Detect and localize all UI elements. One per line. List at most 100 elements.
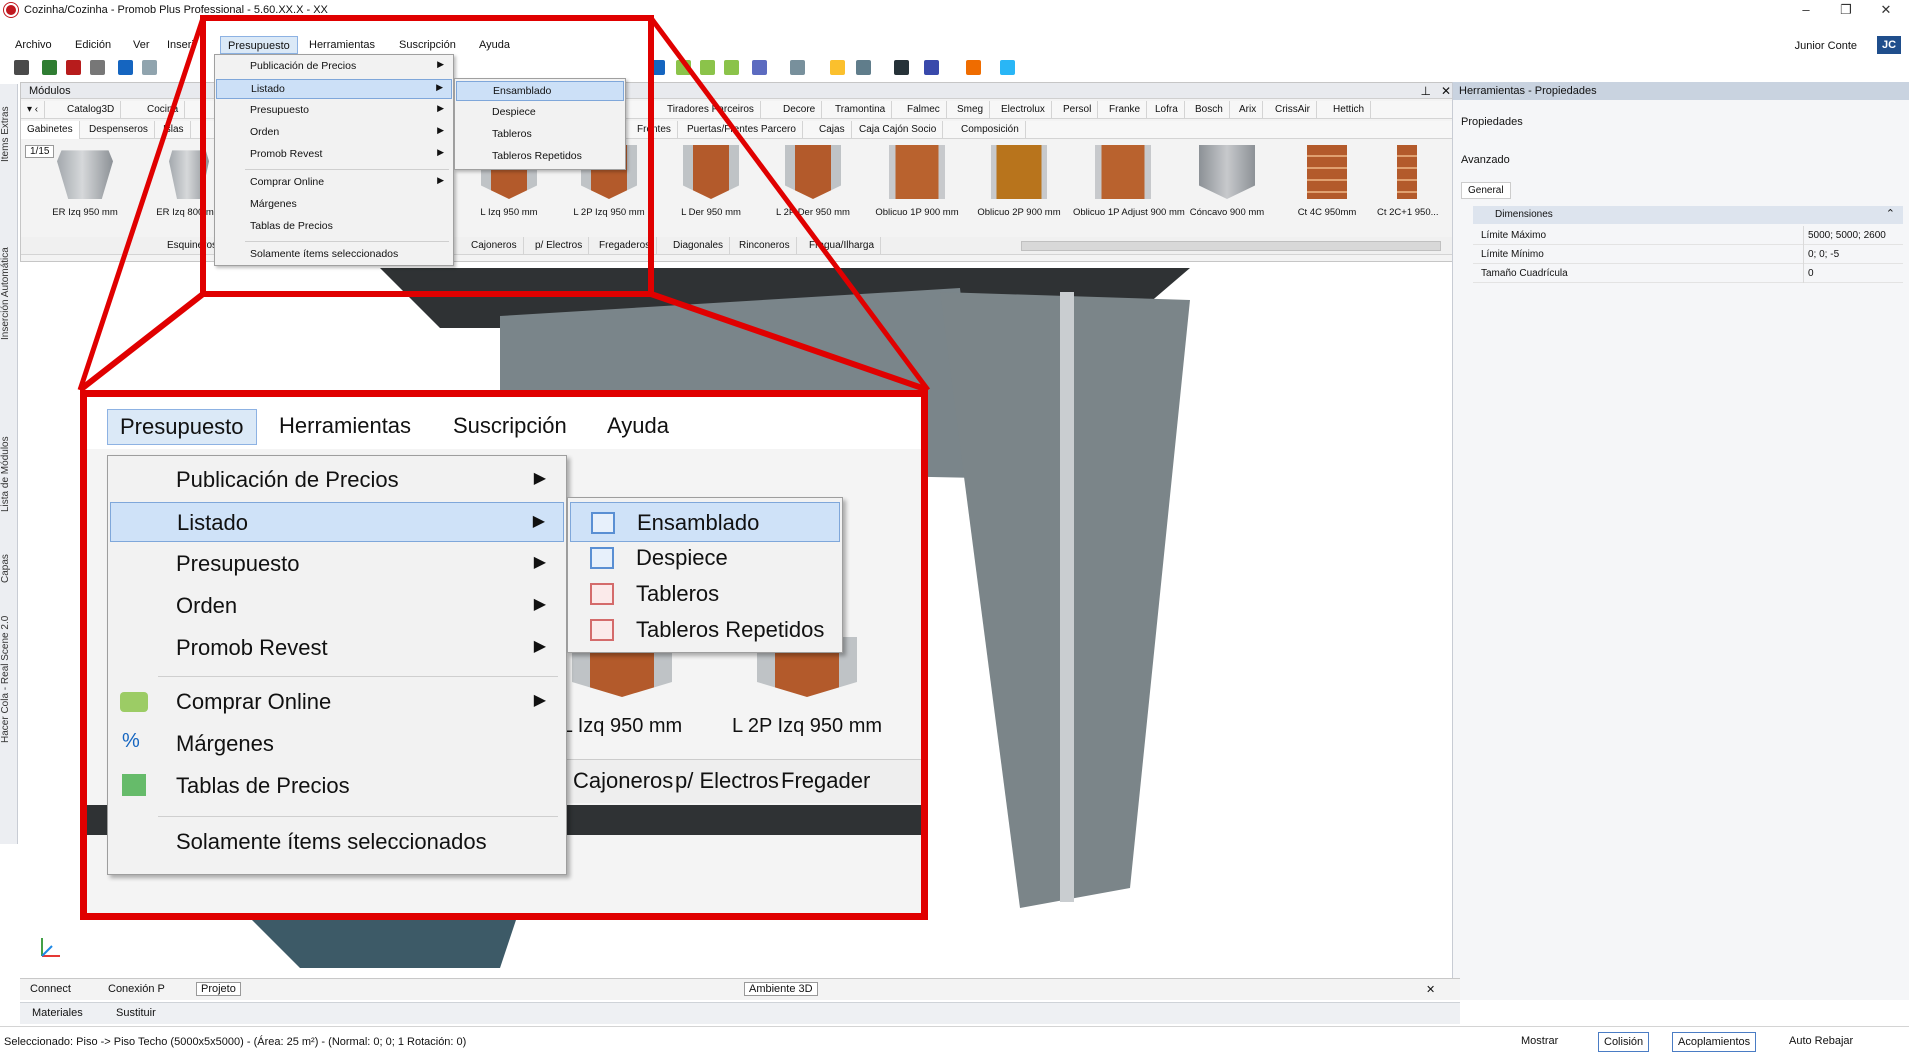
catalog-tab[interactable]: Decore bbox=[777, 101, 823, 119]
dimensiones-section[interactable]: Dimensiones ⌃ bbox=[1473, 206, 1903, 224]
nav-forward-icon[interactable] bbox=[724, 60, 739, 75]
undo-icon[interactable] bbox=[118, 60, 133, 75]
menu-item-solamente-seleccionados[interactable]: Solamente ítems seleccionados bbox=[216, 245, 452, 265]
prop-row[interactable]: Tamaño Cuadrícula 0 bbox=[1473, 264, 1903, 283]
module-tab[interactable]: Rinconeros bbox=[733, 237, 797, 255]
catalog-tab[interactable]: Franke bbox=[1103, 101, 1148, 119]
zoom-icon[interactable] bbox=[650, 60, 665, 75]
render-icon[interactable] bbox=[42, 60, 57, 75]
close-button[interactable]: ✕ bbox=[1875, 2, 1897, 18]
module-thumb[interactable]: Oblicuo 2P 900 mm bbox=[969, 145, 1069, 235]
redo-icon[interactable] bbox=[142, 60, 157, 75]
dock-tab-capas[interactable]: Capas bbox=[0, 544, 18, 594]
properties-tab[interactable]: Propiedades bbox=[1461, 116, 1523, 128]
colision-toggle[interactable]: Colisión bbox=[1598, 1032, 1650, 1052]
module-thumb[interactable]: Ct 4C 950mm bbox=[1277, 145, 1377, 235]
panel-pin-icon[interactable]: ⊥ bbox=[1421, 84, 1431, 98]
catalog-tab[interactable]: Falmec bbox=[901, 101, 947, 119]
menu-item-promob-revest[interactable]: Promob Revest ▶ bbox=[216, 145, 452, 165]
menu-item-margenes[interactable]: Márgenes bbox=[216, 195, 452, 215]
zoom-menu-presupuesto[interactable]: Presupuesto bbox=[107, 409, 257, 445]
category-tab[interactable]: Caja Cajón Socio bbox=[853, 121, 944, 139]
tab-sustituir[interactable]: Sustituir bbox=[116, 1007, 156, 1019]
zoom-sub-despiece[interactable]: Despiece bbox=[570, 538, 840, 578]
catalog-tab[interactable]: Electrolux bbox=[995, 101, 1052, 119]
category-tab[interactable]: Despenseros bbox=[83, 121, 155, 139]
category-tab-gabinetes[interactable]: Gabinetes bbox=[21, 121, 80, 139]
category-tab[interactable]: Frentes bbox=[631, 121, 678, 139]
submenu-item-tableros[interactable]: Tableros bbox=[456, 125, 624, 145]
menu-item-presupuesto[interactable]: Presupuesto ▶ bbox=[216, 101, 452, 121]
close-tab-icon[interactable]: ✕ bbox=[1426, 983, 1435, 996]
prop-row[interactable]: Límite Máximo 5000; 5000; 2600 bbox=[1473, 226, 1903, 245]
minimize-button[interactable]: – bbox=[1795, 2, 1817, 18]
module-thumb[interactable]: ER Izq 950 mm bbox=[35, 145, 135, 235]
catalog-tab[interactable]: Arix bbox=[1233, 101, 1264, 119]
zoom-menu-herramientas[interactable]: Herramientas bbox=[279, 413, 411, 439]
catalog-tab[interactable]: Cocina bbox=[141, 101, 186, 119]
zoom-item-tablas-precios[interactable]: Tablas de Precios bbox=[110, 766, 564, 806]
collapse-icon[interactable]: ⌃ bbox=[1886, 207, 1895, 220]
print-icon[interactable] bbox=[90, 60, 105, 75]
menu-ver[interactable]: Ver bbox=[126, 36, 157, 54]
menu-herramientas[interactable]: Herramientas bbox=[302, 36, 382, 54]
module-thumb[interactable]: Cóncavo 900 mm bbox=[1177, 145, 1277, 235]
submenu-item-tableros-repetidos[interactable]: Tableros Repetidos bbox=[456, 147, 624, 167]
module-scrollbar[interactable] bbox=[1021, 241, 1441, 251]
chat-icon[interactable] bbox=[1000, 60, 1015, 75]
menu-edicion[interactable]: Edición bbox=[68, 36, 118, 54]
submenu-item-ensamblado[interactable]: Ensamblado bbox=[456, 81, 624, 101]
module-thumb[interactable]: Oblicuo 1P Adjust 900 mm bbox=[1073, 145, 1185, 235]
module-tab[interactable]: p/ Electros bbox=[529, 237, 590, 255]
zoom-item-presupuesto[interactable]: Presupuesto ▶ bbox=[110, 544, 564, 584]
menu-item-listado[interactable]: Listado ▶ bbox=[216, 79, 452, 99]
category-tab[interactable]: Cajas bbox=[813, 121, 852, 139]
dock-tab-lista-modulos[interactable]: Lista de Módulos bbox=[0, 414, 18, 534]
tab-ambiente-3d[interactable]: Ambiente 3D bbox=[744, 982, 818, 996]
dock-tab-items-extras[interactable]: Items Extras bbox=[0, 94, 18, 174]
module-thumb[interactable]: L Der 950 mm bbox=[661, 145, 761, 235]
menu-ayuda[interactable]: Ayuda bbox=[472, 36, 517, 54]
nav-left-icon[interactable] bbox=[676, 60, 691, 75]
dock-tab-hacer-cola[interactable]: Hacer Cola - Real Scene 2.0 bbox=[0, 604, 18, 754]
menu-item-publicacion[interactable]: Publicación de Precios ▶ bbox=[216, 57, 452, 77]
general-tab[interactable]: General bbox=[1461, 182, 1511, 199]
catalog-tab[interactable]: Tramontina bbox=[829, 101, 893, 119]
zoom-menu-ayuda[interactable]: Ayuda bbox=[607, 413, 669, 439]
acoplamientos-toggle[interactable]: Acoplamientos bbox=[1672, 1032, 1757, 1052]
menu-inserir[interactable]: Inserir bbox=[160, 36, 205, 54]
move-icon[interactable] bbox=[894, 60, 909, 75]
camera-icon[interactable] bbox=[856, 60, 871, 75]
auto-rebajar-toggle[interactable]: Auto Rebajar bbox=[1784, 1032, 1858, 1052]
tab-materiales[interactable]: Materiales bbox=[32, 1007, 83, 1019]
category-tab[interactable]: Islas bbox=[157, 121, 191, 139]
zoom-item-listado[interactable]: Listado ▶ bbox=[110, 502, 564, 542]
module-thumb[interactable]: Oblicuo 1P 900 mm bbox=[867, 145, 967, 235]
zoom-sub-tableros-repetidos[interactable]: Tableros Repetidos bbox=[570, 610, 840, 650]
tab-projeto[interactable]: Projeto bbox=[196, 982, 241, 996]
mostrar-button[interactable]: Mostrar bbox=[1516, 1032, 1563, 1052]
menu-suscripcion[interactable]: Suscripción bbox=[392, 36, 463, 54]
catalog-tab[interactable]: Smeg bbox=[951, 101, 991, 119]
catalog-tab[interactable]: Catalog3D bbox=[61, 101, 122, 119]
module-tab[interactable]: Fragua/Ilharga bbox=[803, 237, 882, 255]
catalog-prev[interactable]: ▾ ‹ bbox=[21, 101, 46, 119]
zoom-item-margenes[interactable]: % Márgenes bbox=[110, 724, 564, 764]
module-tab[interactable]: Fregaderos bbox=[593, 237, 658, 255]
user-name[interactable]: Junior Conte bbox=[1795, 40, 1857, 52]
catalog-tab[interactable]: CrissAir bbox=[1269, 101, 1317, 119]
nav-right-icon[interactable] bbox=[700, 60, 715, 75]
catalog-tab[interactable]: Bosch bbox=[1189, 101, 1230, 119]
tab-conexion[interactable]: Conexión P bbox=[108, 983, 165, 995]
light-icon[interactable] bbox=[830, 60, 845, 75]
zoom-item-publicacion[interactable]: Publicación de Precios ▶ bbox=[110, 460, 564, 500]
catalog-tab[interactable]: Hettich bbox=[1327, 101, 1372, 119]
zoom-item-promob-revest[interactable]: Promob Revest ▶ bbox=[110, 628, 564, 668]
catalog-tab[interactable]: Lofra bbox=[1149, 101, 1185, 119]
store-icon[interactable] bbox=[966, 60, 981, 75]
catalog-tab[interactable]: Tiradores Parceiros bbox=[661, 101, 761, 119]
catalog-tab[interactable]: Persol bbox=[1057, 101, 1099, 119]
save-icon[interactable] bbox=[14, 60, 29, 75]
box-icon[interactable] bbox=[790, 60, 805, 75]
category-tab[interactable]: Composición bbox=[955, 121, 1026, 139]
